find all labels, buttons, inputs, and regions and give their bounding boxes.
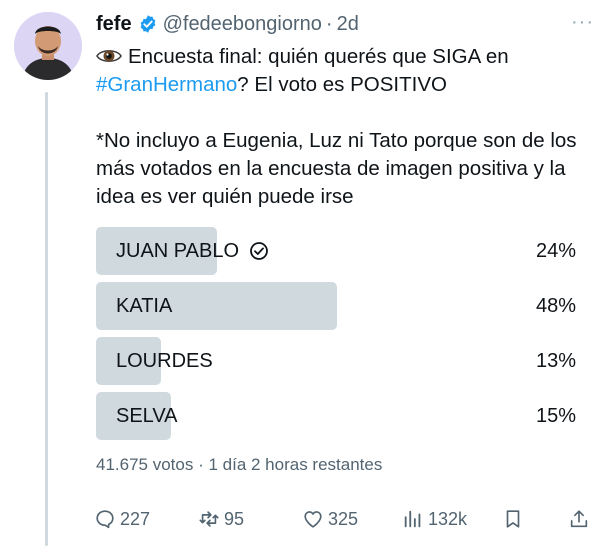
retweet-count: 95: [224, 508, 245, 529]
poll-option-label: LOURDES: [116, 349, 213, 372]
eye-emoji-icon: [96, 50, 122, 62]
poll: JUAN PABLO 24% KATIA 48% LOURDES 13% SEL…: [96, 227, 578, 447]
poll-option-percent: 48%: [535, 294, 576, 317]
more-options-icon[interactable]: ···: [571, 12, 594, 32]
author-handle[interactable]: @fedeebongiorno: [163, 13, 322, 36]
views-count: 132k: [428, 508, 468, 529]
avatar-image: [14, 12, 82, 80]
tweet-line1: Encuesta final: quién querés que SIGA en: [128, 45, 509, 68]
poll-option-label: SELVA: [116, 404, 178, 427]
reply-icon: [96, 510, 114, 529]
tweet-timestamp[interactable]: 2d: [337, 13, 359, 36]
avatar[interactable]: [14, 12, 82, 80]
verified-badge-icon: [140, 15, 155, 33]
poll-option-percent: 13%: [535, 349, 576, 372]
heart-icon: [304, 511, 322, 528]
views-icon: [404, 510, 421, 528]
separator-dot: ·: [325, 12, 333, 35]
poll-option: LOURDES 13%: [96, 337, 578, 385]
poll-option-label: JUAN PABLO: [116, 239, 239, 262]
tweet-first-paragraph: Encuesta final: quién querés que SIGA en…: [96, 43, 594, 99]
share-icon: [570, 510, 588, 528]
like-button[interactable]: 325: [302, 508, 358, 530]
tweet-actions: 227 95 325 132k: [94, 508, 596, 534]
poll-meta: 41.675 votos · 1 día 2 horas restantes: [96, 455, 383, 474]
author-name[interactable]: fefe: [96, 13, 132, 36]
share-button[interactable]: [568, 508, 594, 530]
bookmark-button[interactable]: [502, 508, 528, 530]
poll-option-percent: 15%: [535, 404, 576, 427]
poll-option-percent: 24%: [535, 239, 576, 262]
check-circle-icon: [250, 242, 268, 260]
poll-option: JUAN PABLO 24%: [96, 227, 578, 275]
reply-button[interactable]: 227: [94, 508, 150, 530]
like-count: 325: [328, 508, 359, 529]
hashtag-link[interactable]: #GranHermano: [96, 73, 237, 96]
tweet-header: fefe @fedeebongiorno · 2d: [96, 10, 359, 38]
poll-option: KATIA 48%: [96, 282, 578, 330]
poll-option-label: KATIA: [116, 294, 173, 317]
reply-count: 227: [120, 508, 151, 529]
tweet-text: Encuesta final: quién querés que SIGA en…: [96, 43, 594, 211]
retweet-icon: [199, 511, 219, 527]
poll-option: SELVA 15%: [96, 392, 578, 440]
thread-line: [45, 92, 48, 546]
tweet-line2: ? El voto es POSITIVO: [237, 73, 447, 96]
tweet-note: *No incluyo a Eugenia, Luz ni Tato porqu…: [96, 129, 577, 208]
views-button[interactable]: 132k: [402, 508, 467, 530]
bookmark-icon: [506, 510, 520, 528]
retweet-button[interactable]: 95: [198, 508, 244, 530]
